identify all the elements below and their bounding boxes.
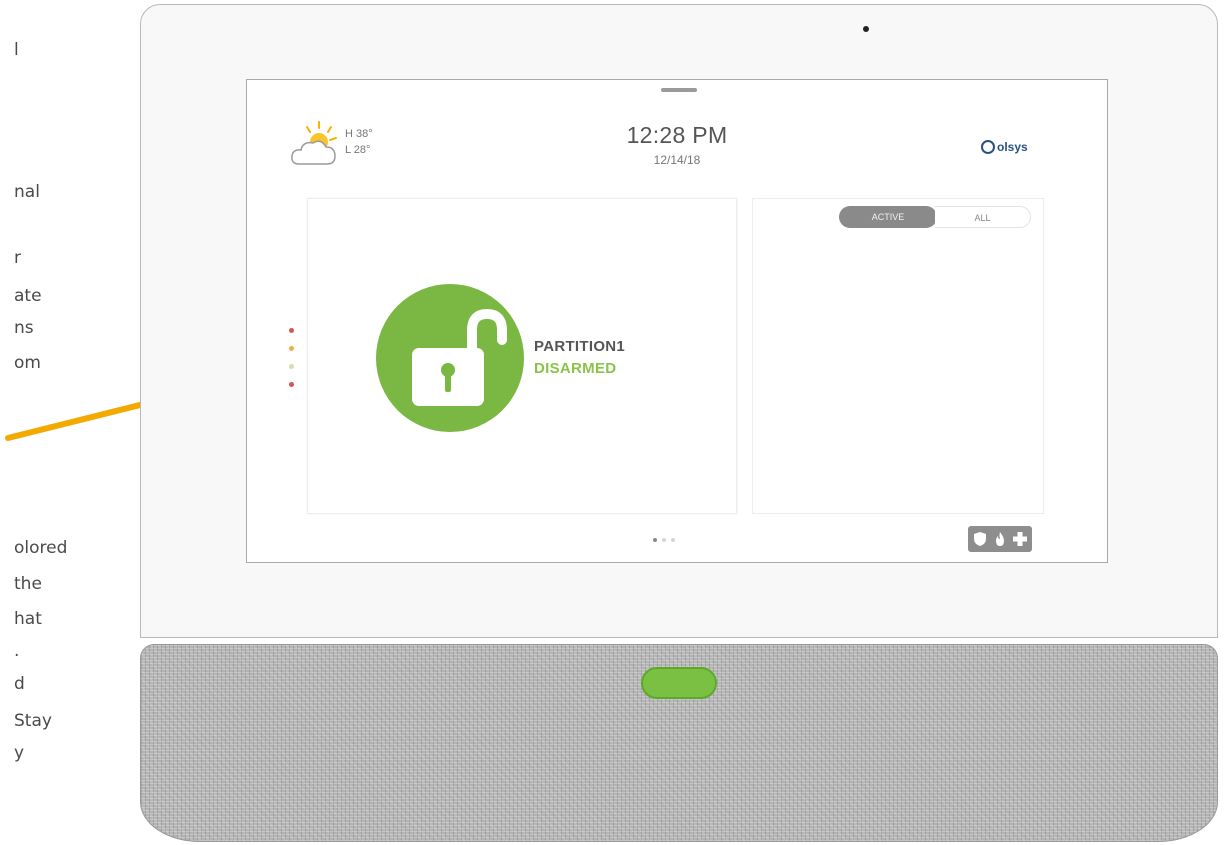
brand-q-icon [981,140,995,154]
pull-down-handle[interactable] [661,88,697,92]
partly-cloudy-icon [291,121,337,165]
sensor-filter-tabs: ACTIVE ALL [839,206,1039,228]
side-text-fragment: olored [14,538,68,558]
page-dot-active[interactable] [653,538,657,542]
weather-low-temp: L 28° [345,144,371,156]
partition-dot[interactable] [289,346,294,351]
side-text-fragment: d [14,674,25,694]
brand-logo: olsys [981,140,1061,160]
clock: 12:28 PM 12/14/18 [577,122,777,167]
side-text-fragment: hat [14,609,42,629]
touchscreen: H 38° L 28° 12:28 PM 12/14/18 olsys PART… [246,79,1108,563]
medical-cross-icon [1010,529,1030,549]
page-dot[interactable] [662,538,666,542]
partition-status: DISARMED [534,360,617,377]
partition-dot[interactable] [289,364,294,369]
page-dot[interactable] [671,538,675,542]
flame-icon [990,529,1010,549]
brand-logo-text: olsys [997,140,1028,154]
home-button[interactable] [641,667,717,699]
weather-widget[interactable]: H 38° L 28° [289,120,409,175]
disarmed-arm-button[interactable] [376,284,524,432]
clock-date: 12/14/18 [653,153,701,167]
weather-high-temp: H 38° [345,128,373,140]
page-indicator [653,538,693,544]
speaker-fabric-base [140,644,1218,842]
partition-indicator-dots [289,328,295,398]
side-text-fragment: the [14,574,42,594]
side-text-fragment: nal [14,182,40,202]
device-bezel: H 38° L 28° 12:28 PM 12/14/18 olsys PART… [140,4,1218,638]
side-text-fragment: ns [14,318,34,338]
side-text-fragment: y [14,743,25,763]
tab-all[interactable]: ALL [935,206,1031,228]
partition-dot[interactable] [289,328,294,333]
partition-dot[interactable] [289,382,294,387]
emergency-button[interactable] [968,526,1032,552]
sensor-list-panel: ACTIVE ALL [752,198,1044,514]
side-text-fragment: Stay [14,711,52,731]
side-text-fragment: r [14,248,21,268]
camera-lens [863,26,869,32]
security-panel-device: H 38° L 28° 12:28 PM 12/14/18 olsys PART… [140,4,1218,842]
side-text-fragment: ate [14,286,42,306]
side-text-fragment: l [14,40,19,60]
partition-name: PARTITION1 [534,338,626,355]
unlocked-padlock-icon [412,308,507,406]
clock-time: 12:28 PM [626,122,728,148]
arming-panel: PARTITION1 DISARMED [307,198,737,514]
tab-active[interactable]: ACTIVE [839,206,937,228]
side-text-fragment: . [14,641,20,661]
shield-icon [970,529,990,549]
